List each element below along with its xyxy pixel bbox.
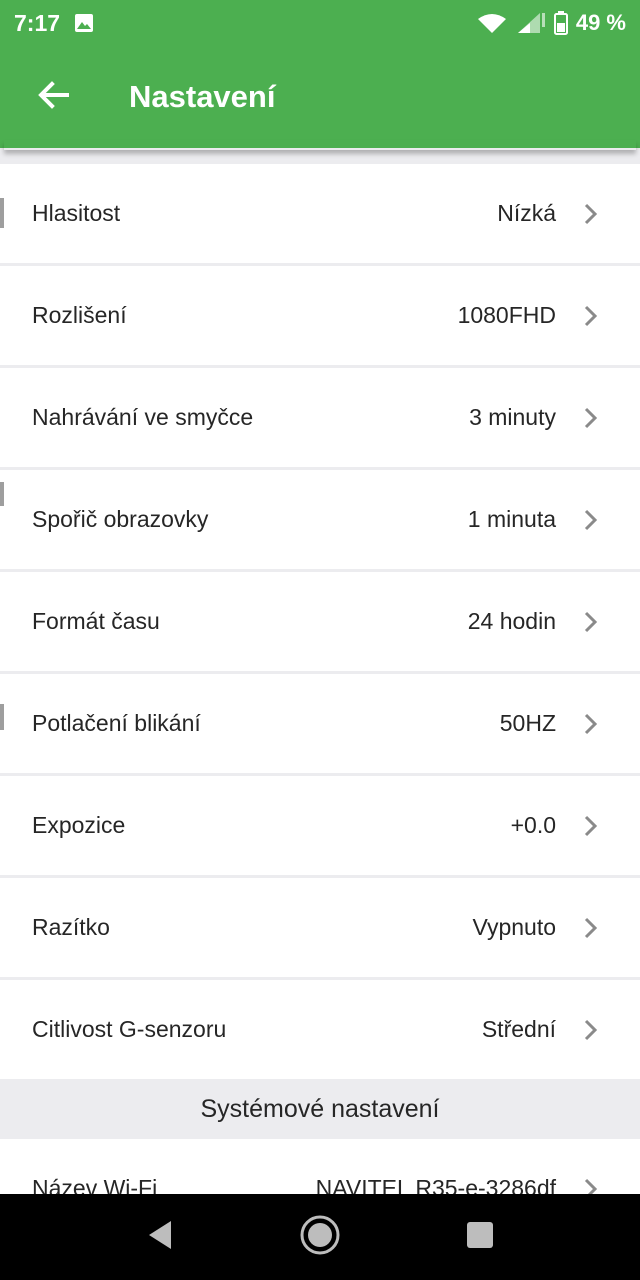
status-bar: 7:17 49 % (0, 0, 640, 46)
setting-value: +0.0 (510, 812, 556, 838)
nav-back-button[interactable] (120, 1197, 200, 1277)
signal-icon (516, 12, 546, 34)
app-bar-shadow (4, 140, 636, 150)
setting-label: Formát času (32, 608, 160, 634)
setting-value: 1080FHD (457, 302, 556, 328)
chevron-right-icon (582, 509, 600, 531)
setting-label: Spořič obrazovky (32, 506, 209, 532)
back-button[interactable] (21, 65, 85, 129)
edge-mark (0, 482, 4, 506)
page-title: Nastavení (129, 79, 276, 114)
setting-label: Expozice (32, 812, 126, 838)
chevron-right-icon (582, 1019, 600, 1041)
battery-icon (553, 11, 568, 35)
chevron-right-icon (582, 611, 600, 633)
setting-row-resolution[interactable]: Rozlišení 1080FHD (0, 266, 640, 365)
nav-home-button[interactable] (280, 1197, 360, 1277)
chevron-right-icon (582, 713, 600, 735)
setting-label: Razítko (32, 914, 110, 940)
setting-row-flicker[interactable]: Potlačení blikání 50HZ (0, 674, 640, 773)
edge-mark (0, 198, 4, 228)
setting-value: Vypnuto (472, 914, 556, 940)
chevron-right-icon (582, 815, 600, 837)
setting-label: Hlasitost (32, 200, 121, 226)
setting-value: 24 hodin (467, 608, 556, 634)
status-time: 7:17 (14, 9, 61, 36)
setting-label: Nahrávání ve smyčce (32, 404, 254, 430)
setting-value: Nízká (497, 200, 556, 226)
setting-value: 50HZ (499, 710, 556, 736)
navigation-bar (0, 1194, 640, 1280)
chevron-right-icon (582, 407, 600, 429)
battery-percent: 49 % (575, 10, 626, 35)
setting-row-loop-recording[interactable]: Nahrávání ve smyčce 3 minuty (0, 368, 640, 467)
image-icon (74, 13, 94, 33)
setting-value: 1 minuta (467, 506, 556, 532)
home-circle-icon (299, 1214, 341, 1261)
setting-label: Citlivost G-senzoru (32, 1016, 227, 1042)
setting-value: Střední (481, 1016, 556, 1042)
settings-list: Hlasitost Nízká Rozlišení 1080FHD Nahráv… (0, 164, 640, 1241)
section-header-system: Systémové nastavení (0, 1082, 640, 1136)
setting-value: 3 minuty (469, 404, 556, 430)
setting-row-g-sensor[interactable]: Citlivost G-senzoru Střední (0, 980, 640, 1079)
back-triangle-icon (145, 1219, 175, 1256)
app-bar: Nastavení (0, 46, 640, 148)
chevron-right-icon (582, 917, 600, 939)
recents-square-icon (465, 1220, 495, 1255)
setting-row-stamp[interactable]: Razítko Vypnuto (0, 878, 640, 977)
setting-row-exposure[interactable]: Expozice +0.0 (0, 776, 640, 875)
arrow-left-icon (37, 80, 69, 114)
nav-recents-button[interactable] (440, 1197, 520, 1277)
edge-mark (0, 704, 4, 730)
setting-label: Rozlišení (32, 302, 127, 328)
wifi-icon (476, 12, 508, 34)
setting-row-screen-saver[interactable]: Spořič obrazovky 1 minuta (0, 470, 640, 569)
setting-row-volume[interactable]: Hlasitost Nízká (0, 164, 640, 263)
chevron-right-icon (582, 305, 600, 327)
setting-label: Potlačení blikání (32, 710, 201, 736)
chevron-right-icon (582, 203, 600, 225)
setting-row-time-format[interactable]: Formát času 24 hodin (0, 572, 640, 671)
